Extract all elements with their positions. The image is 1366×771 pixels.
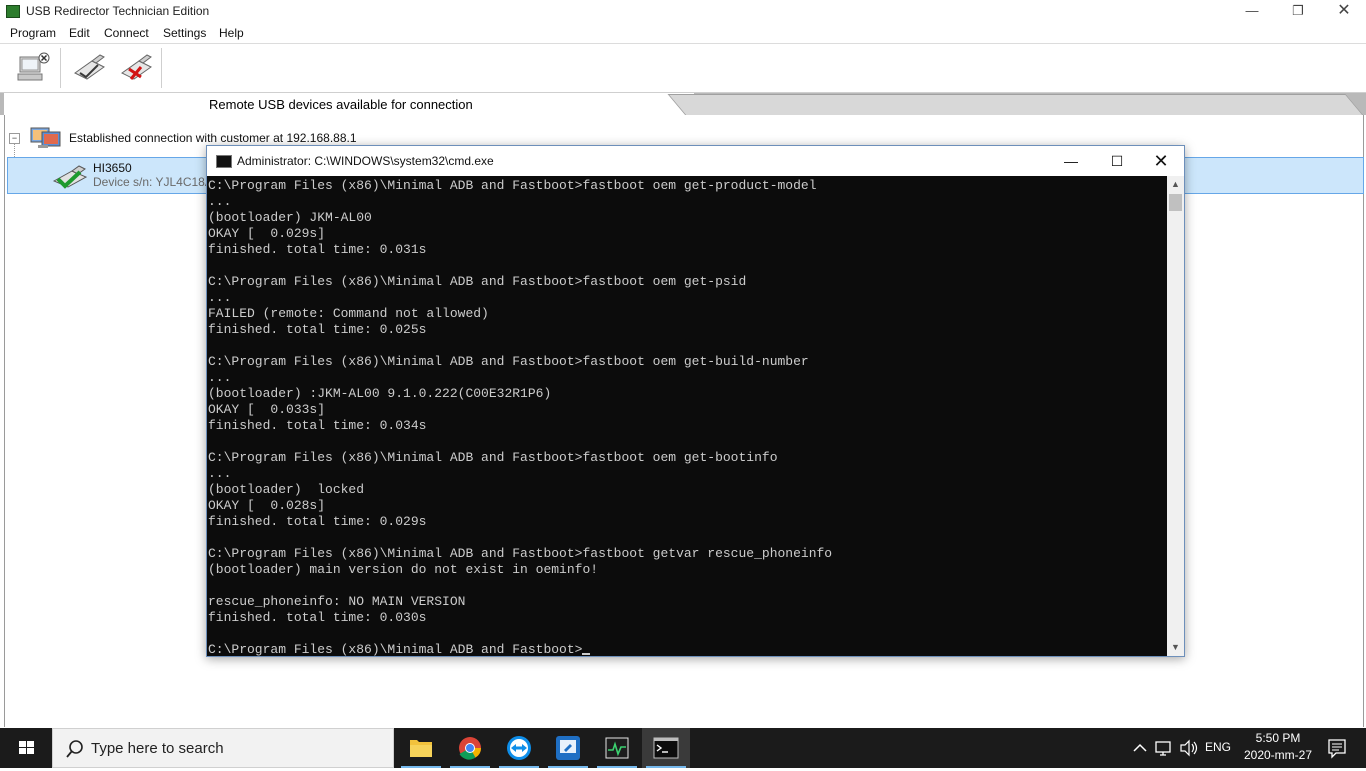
file-explorer-taskbar-button[interactable] [397,728,445,768]
app-title: USB Redirector Technician Edition [26,4,210,18]
cmd-title: Administrator: C:\WINDOWS\system32\cmd.e… [237,154,494,168]
taskbar: Type here to search ENG 5:50 PM 2020-mm-… [0,728,1366,768]
search-placeholder: Type here to search [91,740,224,757]
customer-computer-icon [30,127,62,149]
cmd-minimize-button[interactable]: — [1048,146,1094,176]
start-button[interactable] [0,728,52,768]
cmd-close-button[interactable]: ✕ [1138,146,1184,176]
cmd-taskbar-button[interactable] [642,728,690,768]
menu-help[interactable]: Help [219,26,244,40]
teamviewer-icon [507,736,531,760]
cmd-window: Administrator: C:\WINDOWS\system32\cmd.e… [206,145,1185,657]
action-center-button[interactable] [1324,728,1350,768]
cmd-console[interactable]: C:\Program Files (x86)\Minimal ADB and F… [207,176,1167,656]
usb-connect-icon [74,54,105,80]
usb-disconnect-icon [121,54,152,80]
menu-bar: Program Edit Connect Settings Help [0,23,1366,44]
device-serial: Device s/n: YJL4C18A [93,175,213,189]
menu-program[interactable]: Program [10,26,56,40]
speaker-icon [1180,739,1198,757]
network-icon [1155,741,1171,756]
toolbar [0,44,1366,93]
clock-date[interactable]: 2020-mm-27 [1240,748,1316,762]
computer-disconnect-icon [17,52,50,81]
remote-desktop-taskbar-button[interactable] [544,728,592,768]
cmd-cursor [582,653,591,655]
cmd-output: C:\Program Files (x86)\Minimal ADB and F… [208,178,833,656]
search-icon [66,740,83,758]
volume-tray-button[interactable] [1178,728,1200,768]
tab-label: Remote USB devices available for connect… [209,97,473,112]
scroll-thumb[interactable] [1169,194,1182,211]
menu-connect[interactable]: Connect [104,26,149,40]
taskbar-search-box[interactable]: Type here to search [52,728,394,768]
tab-remote-usb-devices[interactable]: Remote USB devices available for connect… [4,93,694,115]
cmd-scrollbar[interactable]: ▲ ▼ [1167,176,1184,656]
menu-edit[interactable]: Edit [69,26,90,40]
usb-redirector-taskbar-button[interactable] [593,728,641,768]
command-prompt-icon [653,737,679,759]
cmd-maximize-button[interactable]: ☐ [1094,146,1140,176]
teamviewer-taskbar-button[interactable] [495,728,543,768]
activity-monitor-icon [605,737,629,759]
toolbar-separator [161,48,162,88]
folder-icon [410,740,432,757]
app-restore-button[interactable]: ❐ [1275,0,1321,22]
remote-desktop-icon [556,736,580,760]
chrome-taskbar-button[interactable] [446,728,494,768]
toolbar-separator [60,48,61,88]
show-hidden-icons-button[interactable] [1130,728,1150,768]
tab-strip: Remote USB devices available for connect… [0,93,1366,116]
connect-device-button[interactable] [70,47,110,87]
input-language-indicator[interactable]: ENG [1205,740,1231,754]
customer-connection-label[interactable]: Established connection with customer at … [69,131,357,145]
tab-empty[interactable] [667,94,1364,116]
cmd-titlebar[interactable]: Administrator: C:\WINDOWS\system32\cmd.e… [207,146,1184,176]
notification-icon [1328,739,1346,759]
app-minimize-button[interactable]: — [1229,0,1275,22]
scroll-up-arrow[interactable]: ▲ [1167,176,1184,193]
disconnect-customer-button[interactable] [14,47,54,87]
clock-time[interactable]: 5:50 PM [1240,731,1316,745]
usb-redirector-app-icon [6,5,20,18]
chevron-up-icon [1133,743,1147,752]
app-titlebar: USB Redirector Technician Edition — ❐ ✕ [0,0,1366,22]
chrome-icon [459,737,481,760]
menu-settings[interactable]: Settings [163,26,206,40]
usb-device-connected-icon [52,163,88,191]
device-name: HI3650 [93,161,132,175]
windows-logo-icon [19,741,34,754]
network-tray-button[interactable] [1153,728,1175,768]
scroll-down-arrow[interactable]: ▼ [1167,639,1184,656]
disconnect-device-button[interactable] [117,47,157,87]
cmd-icon [216,155,232,168]
app-close-button[interactable]: ✕ [1321,0,1366,22]
